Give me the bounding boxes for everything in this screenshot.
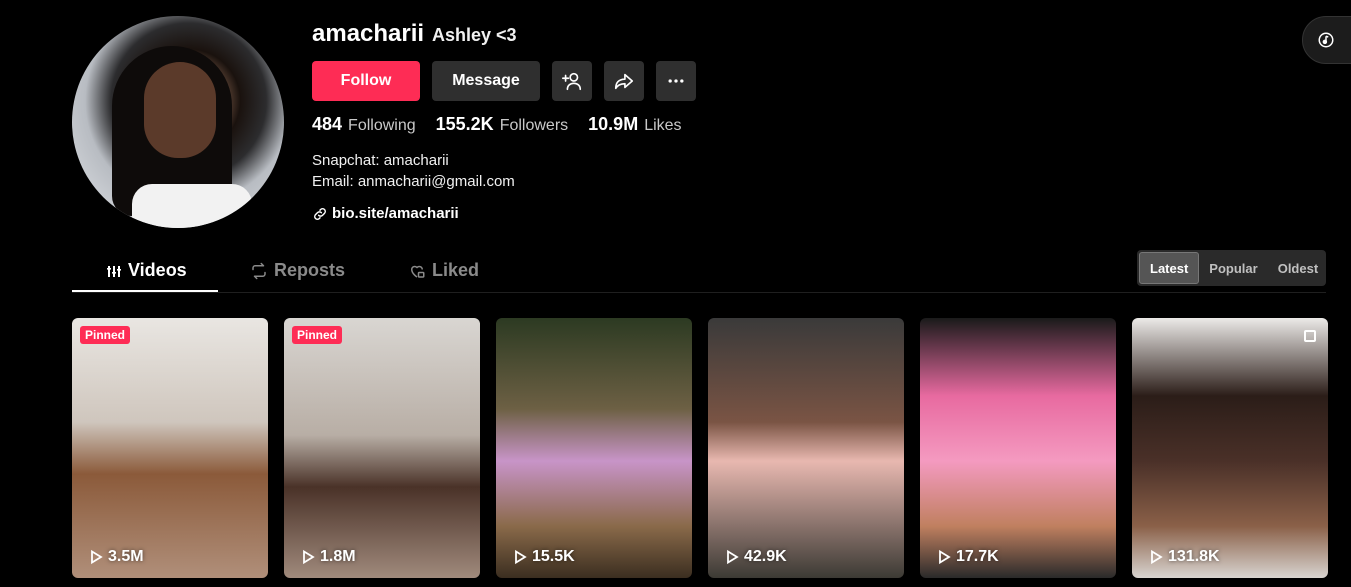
heart-lock-icon: [408, 262, 426, 280]
repost-icon: [250, 262, 268, 280]
video-card[interactable]: 15.5K: [496, 318, 692, 578]
likes-stat: 10.9M Likes: [588, 114, 681, 135]
pinned-badge: Pinned: [292, 326, 343, 344]
tab-reposts[interactable]: Reposts: [250, 260, 345, 281]
view-count: 42.9K: [724, 548, 787, 566]
view-count: 15.5K: [512, 548, 575, 566]
sort-oldest[interactable]: Oldest: [1268, 252, 1328, 284]
profile-page: amacharii Ashley <3 Follow Message 484 F…: [0, 0, 1351, 587]
following-stat[interactable]: 484 Following: [312, 114, 416, 135]
video-card[interactable]: Pinned 1.8M: [284, 318, 480, 578]
likes-count: 10.9M: [588, 114, 639, 134]
message-button[interactable]: Message: [432, 61, 540, 101]
share-profile-button[interactable]: [604, 61, 644, 101]
videos-icon: [106, 263, 122, 279]
likes-label: Likes: [644, 117, 682, 134]
followers-count: 155.2K: [435, 114, 494, 134]
sort-latest[interactable]: Latest: [1139, 252, 1200, 284]
video-card[interactable]: 42.9K: [708, 318, 904, 578]
add-person-icon: [561, 70, 583, 92]
active-tab-indicator: [72, 290, 218, 292]
tab-videos-label: Videos: [128, 260, 187, 280]
suggested-accounts-button[interactable]: [552, 61, 592, 101]
play-icon: [88, 549, 104, 565]
followers-stat[interactable]: 155.2K Followers: [436, 114, 569, 135]
tab-liked[interactable]: Liked: [408, 260, 479, 281]
video-grid: Pinned 3.5M Pinned 1.8M 15.5K 42.9K 17.7…: [72, 318, 1328, 578]
sort-popular[interactable]: Popular: [1199, 252, 1267, 284]
play-icon: [300, 549, 316, 565]
more-icon: [666, 71, 686, 91]
tab-reposts-label: Reposts: [274, 260, 346, 280]
profile-nickname: Ashley <3: [432, 25, 517, 45]
play-icon: [936, 549, 952, 565]
following-count: 484: [312, 114, 343, 134]
share-icon: [613, 70, 635, 92]
video-card[interactable]: Pinned 3.5M: [72, 318, 268, 578]
view-count: 1.8M: [300, 548, 356, 566]
photo-mode-icon: [1304, 330, 1316, 342]
video-card[interactable]: 131.8K: [1132, 318, 1328, 578]
play-icon: [512, 549, 528, 565]
link-icon: [312, 206, 328, 222]
view-count: 131.8K: [1148, 548, 1220, 566]
play-icon: [724, 549, 740, 565]
profile-bio: Snapchat: amacharii Email: anmacharii@gm…: [312, 150, 515, 192]
tab-liked-label: Liked: [432, 260, 480, 280]
profile-stats: 484 Following 155.2K Followers 10.9M Lik…: [312, 114, 682, 135]
pinned-badge: Pinned: [80, 326, 131, 344]
follow-button[interactable]: Follow: [312, 61, 420, 101]
following-label: Following: [348, 117, 416, 134]
video-card[interactable]: 17.7K: [920, 318, 1116, 578]
profile-username: amacharii: [312, 20, 425, 47]
music-note-icon: [1317, 31, 1335, 49]
more-options-button[interactable]: [656, 61, 696, 101]
view-count: 3.5M: [88, 548, 144, 566]
play-icon: [1148, 549, 1164, 565]
bio-link-text: bio.site/amacharii: [332, 205, 459, 222]
followers-label: Followers: [499, 117, 569, 134]
view-count: 17.7K: [936, 548, 999, 566]
bio-email: Email: anmacharii@gmail.com: [312, 173, 515, 190]
bio-link[interactable]: bio.site/amacharii: [312, 205, 459, 222]
sort-toggle: Latest Popular Oldest: [1137, 250, 1326, 286]
music-button[interactable]: [1302, 16, 1351, 64]
tab-videos[interactable]: Videos: [106, 260, 187, 281]
bio-snapchat: Snapchat: amacharii: [312, 152, 449, 169]
profile-avatar[interactable]: [72, 16, 284, 228]
